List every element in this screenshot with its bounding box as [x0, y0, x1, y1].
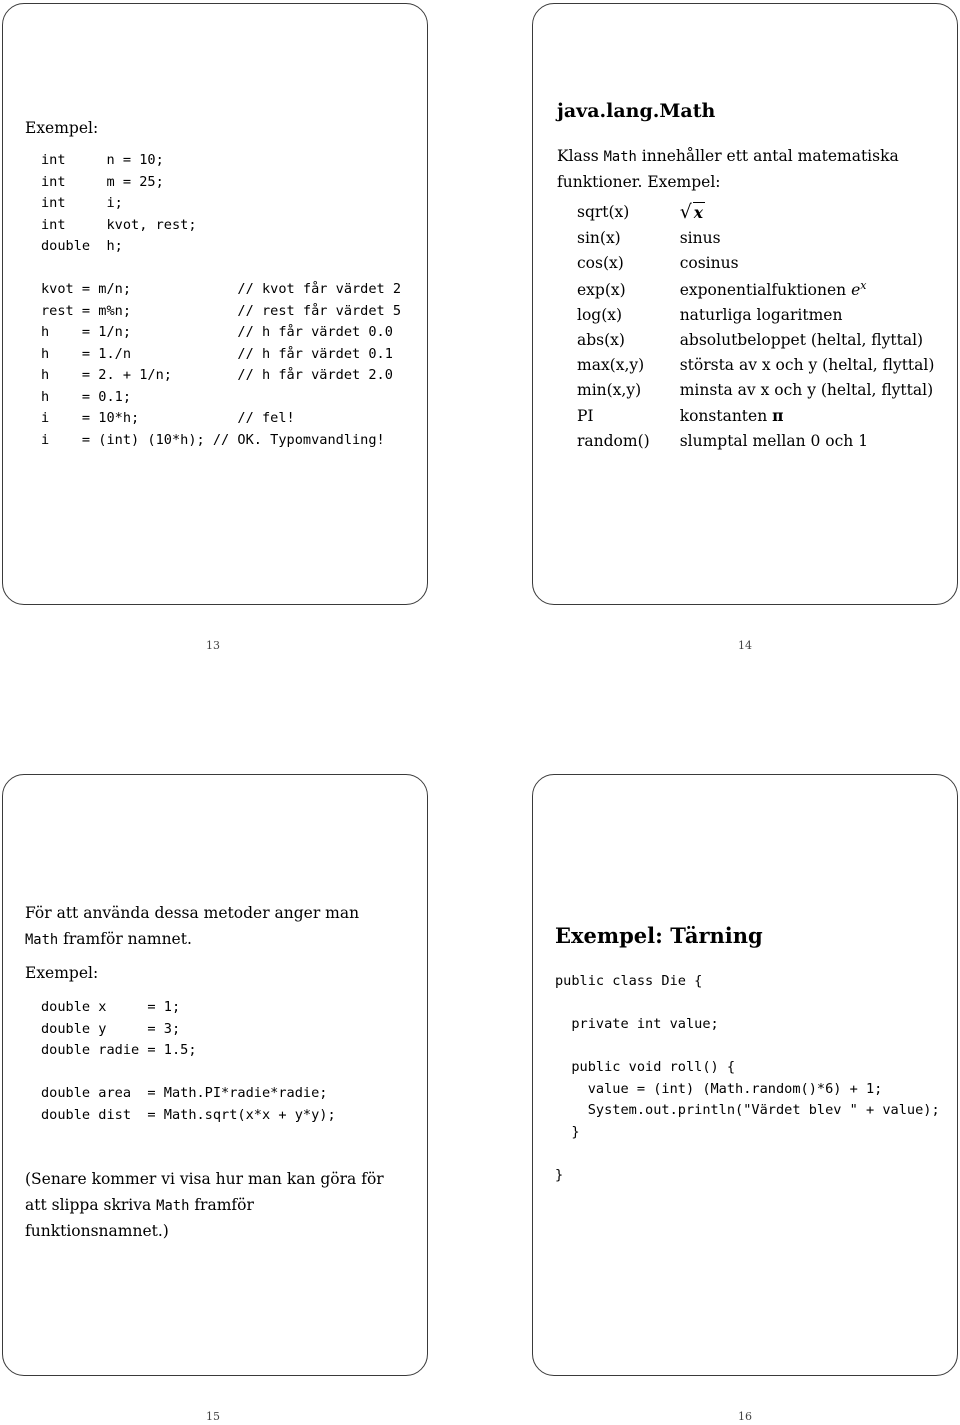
math-method-description: cosinus	[679, 254, 739, 272]
handout-page: Exempel: int n = 10; int m = 25; int i; …	[0, 0, 960, 1425]
slide14-intro-paragraph: Klass Math innehåller ett antal matemati…	[557, 144, 929, 195]
math-method-row: exp(x) exponentialfuktionen ex	[577, 279, 934, 306]
math-method-name: PI	[577, 407, 594, 426]
slide16-title: Exempel: Tärning	[555, 923, 763, 948]
math-method-description: sinus	[679, 229, 721, 247]
slide15-code-block: double x = 1; double y = 3; double radie…	[41, 999, 336, 1123]
math-method-name: abs(x)	[577, 331, 625, 350]
math-method-description: exponentialfuktionen ex	[679, 279, 867, 300]
slide-frame-14: java.lang.Math Klass Math innehåller ett…	[532, 3, 958, 605]
slide14-title: java.lang.Math	[557, 100, 716, 122]
euler-symbol: e	[851, 281, 861, 300]
slide13-code-block: int n = 10; int m = 25; int i; int kvot,…	[41, 152, 402, 448]
math-method-row: log(x) naturliga logaritmen	[577, 306, 934, 331]
math-method-description: största av x och y (heltal, flyttal)	[679, 356, 935, 375]
pi-symbol: π	[772, 406, 784, 426]
math-method-name: sqrt(x)	[577, 203, 630, 221]
slide15-exempel-label: Exempel:	[25, 964, 99, 982]
slide15-intro-line2-rest: framför namnet.	[58, 930, 192, 948]
math-method-name: max(x,y)	[577, 356, 645, 375]
math-method-name: min(x,y)	[577, 381, 642, 400]
slide13-exempel-label: Exempel:	[25, 119, 99, 137]
slide16-code-block: public class Die { private int value; pu…	[555, 973, 940, 1183]
math-method-description: konstanten π	[679, 406, 784, 426]
slide15-intro-mono: Math	[25, 932, 59, 948]
math-method-row: sqrt(x) √ x	[577, 200, 934, 229]
math-method-description: minsta av x och y (heltal, flyttal)	[679, 381, 934, 400]
slide15-note-line-b: att slippa skriva Math framför	[25, 1193, 254, 1218]
math-method-name: cos(x)	[577, 254, 624, 272]
radical-icon: √	[679, 201, 692, 223]
slide15-note-b-mono: Math	[156, 1198, 190, 1214]
page-number-15: 15	[206, 1410, 220, 1423]
math-method-name: sin(x)	[577, 229, 621, 247]
math-method-name: exp(x)	[577, 281, 626, 300]
math-method-description: naturliga logaritmen	[679, 306, 843, 325]
slide-content-14: java.lang.Math Klass Math innehåller ett…	[533, 4, 957, 604]
slide14-intro-before: Klass	[557, 147, 604, 165]
math-method-table-body: sqrt(x) √ x sin(x) sinus cos(x) cosinus exp(x) e…	[577, 200, 934, 457]
slide-content-13: Exempel: int n = 10; int m = 25; int i; …	[3, 4, 427, 604]
slide15-intro-line2: Math framför namnet.	[25, 927, 192, 952]
math-method-name: log(x)	[577, 306, 623, 325]
math-method-row: abs(x) absolutbeloppet (heltal, flyttal)	[577, 331, 934, 356]
slide15-note-b-pre: att slippa skriva	[25, 1196, 157, 1214]
slide15-note-line-a: (Senare kommer vi visa hur man kan göra …	[25, 1170, 384, 1188]
page-number-13: 13	[206, 639, 220, 652]
slide14-intro-mono: Math	[603, 149, 637, 165]
math-method-row: random() slumptal mellan 0 och 1	[577, 432, 934, 457]
math-method-row: min(x,y) minsta av x och y (heltal, flytt…	[577, 381, 934, 406]
math-method-description: slumptal mellan 0 och 1	[679, 432, 869, 451]
math-method-row: max(x,y) största av x och y (heltal, flyt…	[577, 356, 934, 381]
exponent-x: x	[860, 279, 867, 292]
slide15-intro-line1: För att använda dessa metoder anger man	[25, 904, 360, 922]
math-method-description: absolutbeloppet (heltal, flyttal)	[679, 331, 924, 350]
math-method-row: sin(x) sinus	[577, 229, 934, 254]
sqrt-radicand: x	[692, 202, 706, 222]
math-method-table: sqrt(x) √ x sin(x) sinus cos(x) cosinus exp(x) e…	[577, 200, 934, 457]
page-number-14: 14	[738, 639, 752, 652]
slide-frame-13: Exempel: int n = 10; int m = 25; int i; …	[2, 3, 428, 605]
math-method-description: √ x	[680, 200, 935, 229]
slide15-note-b-post: framför	[189, 1196, 254, 1214]
slide-content-16: Exempel: Tärning public class Die { priv…	[533, 775, 957, 1375]
math-method-row: PI konstanten π	[577, 406, 934, 432]
math-method-name: random()	[577, 432, 650, 451]
slide-frame-16: Exempel: Tärning public class Die { priv…	[532, 774, 958, 1376]
slide-content-15: För att använda dessa metoder anger man …	[3, 775, 427, 1375]
slide15-note-line-c: funktionsnamnet.)	[25, 1222, 169, 1240]
slide-frame-15: För att använda dessa metoder anger man …	[2, 774, 428, 1376]
math-method-row: cos(x) cosinus	[577, 254, 934, 279]
page-number-16: 16	[738, 1410, 752, 1423]
